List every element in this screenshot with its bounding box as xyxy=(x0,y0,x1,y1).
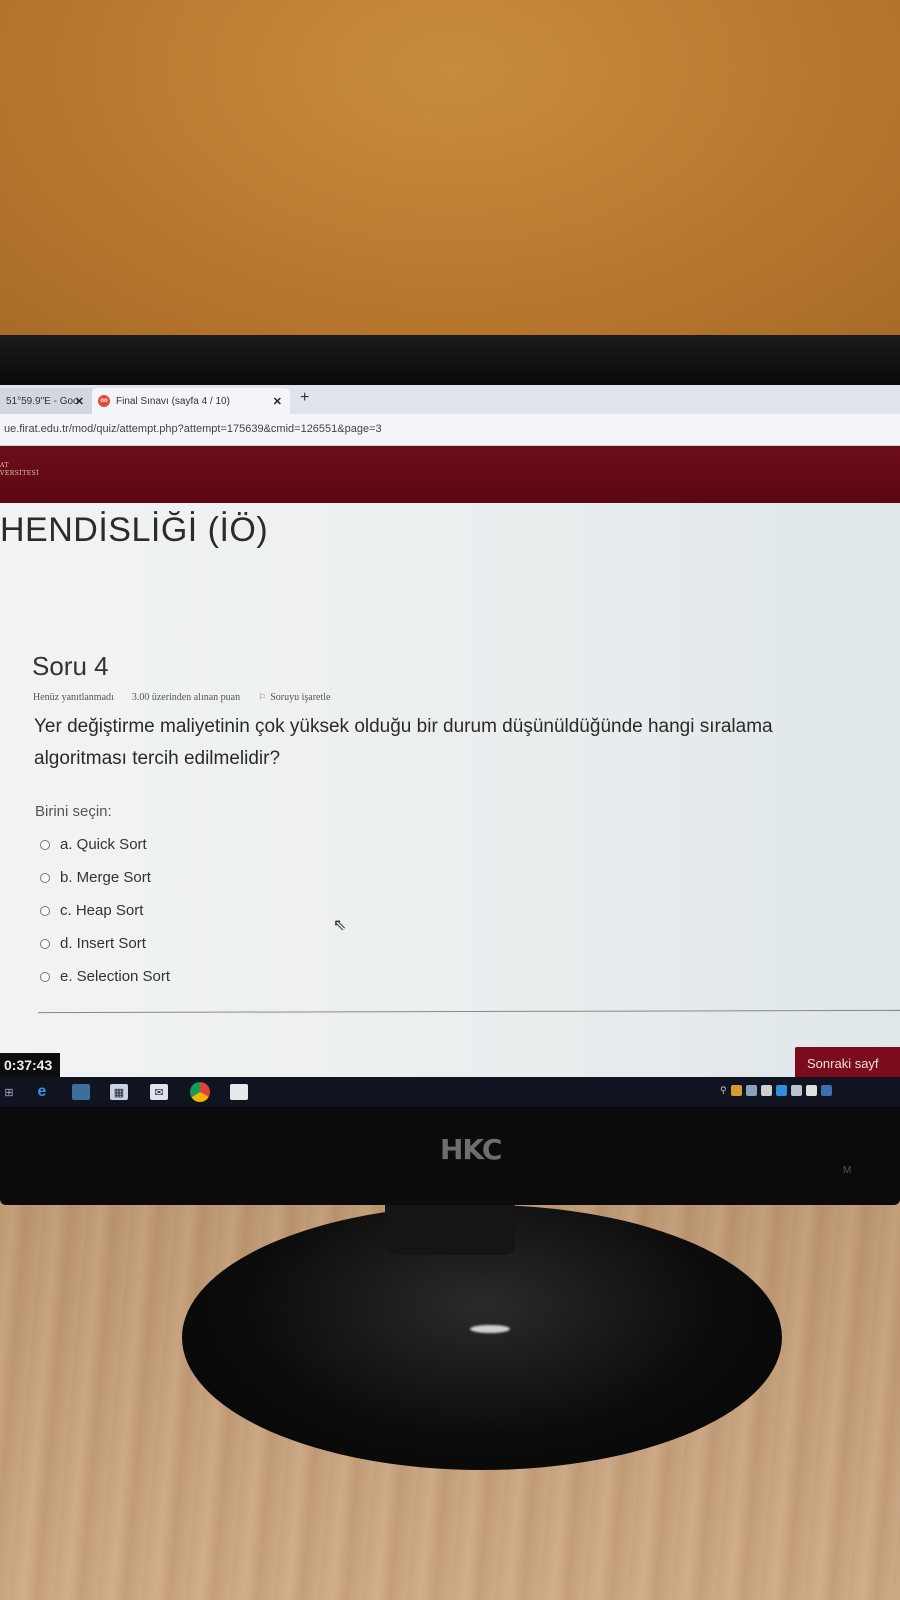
answer-options: a. Quick Sort b. Merge Sort c. Heap Sort… xyxy=(40,828,170,993)
logo-line-1: AT xyxy=(0,462,10,469)
start-icon[interactable]: ⊞ xyxy=(0,1084,18,1100)
question-meta: Henüz yanıtlanmadı 3.00 üzerinden alınan… xyxy=(33,692,330,703)
flag-icon: ⚐ xyxy=(258,692,267,702)
monitor-screen: 51°59.9"E - Goo ✕ oo Final Sınavı (sayfa… xyxy=(0,385,900,1107)
site-favicon-icon: oo xyxy=(98,395,110,407)
close-tab-icon[interactable]: ✕ xyxy=(273,395,282,408)
mouse-cursor-icon: ⇖ xyxy=(333,917,347,934)
windows-taskbar: ⊞ e ▦ ✉ ⚲ xyxy=(0,1077,900,1107)
browser-tab-quiz[interactable]: oo Final Sınavı (sayfa 4 / 10) ✕ xyxy=(92,388,290,414)
tab-label: 51°59.9"E - Goo xyxy=(6,395,79,407)
address-bar[interactable]: ue.firat.edu.tr/mod/quiz/attempt.php?att… xyxy=(0,414,900,446)
store-icon[interactable]: ▦ xyxy=(110,1084,128,1100)
battery-icon[interactable] xyxy=(760,1085,772,1096)
course-title: HENDİSLİĞİ (İÖ) xyxy=(0,511,269,549)
option-a[interactable]: a. Quick Sort xyxy=(40,828,170,861)
divider xyxy=(38,1009,900,1014)
option-label[interactable]: d. Insert Sort xyxy=(60,935,146,952)
flag-label: Soruyu işaretle xyxy=(270,692,331,703)
question-text: Yer değiştirme maliyetinin çok yüksek ol… xyxy=(34,716,773,769)
system-tray: ⚲ xyxy=(720,1085,832,1096)
url-text[interactable]: ue.firat.edu.tr/mod/quiz/attempt.php?att… xyxy=(4,423,382,435)
page-content: HENDİSLİĞİ (İÖ) Soru 4 Henüz yanıtlanmad… xyxy=(0,503,900,1107)
browser-tab-bar: 51°59.9"E - Goo ✕ oo Final Sınavı (sayfa… xyxy=(0,385,900,414)
site-header: AT VERSİTESİ xyxy=(0,446,900,503)
mail-icon[interactable]: ✉ xyxy=(150,1084,168,1100)
radio-button[interactable] xyxy=(40,872,50,883)
question-number: Soru 4 xyxy=(32,651,109,681)
option-label[interactable]: c. Heap Sort xyxy=(60,902,143,919)
option-label[interactable]: b. Merge Sort xyxy=(60,869,151,886)
wifi-icon[interactable] xyxy=(790,1085,802,1096)
volume-icon[interactable] xyxy=(805,1085,817,1096)
new-tab-plus-icon[interactable]: + xyxy=(300,389,309,407)
monitor-bezel-top xyxy=(0,335,900,385)
language-icon[interactable] xyxy=(820,1085,832,1096)
onedrive-icon[interactable] xyxy=(775,1085,787,1096)
stand-reflection xyxy=(470,1325,510,1333)
radio-button[interactable] xyxy=(40,971,50,982)
wall xyxy=(0,0,900,345)
option-label[interactable]: a. Quick Sort xyxy=(60,836,147,853)
answer-prompt: Birini seçin: xyxy=(35,803,112,820)
option-label[interactable]: e. Selection Sort xyxy=(60,968,170,985)
quiz-timer: 0:37:43 xyxy=(0,1053,60,1077)
file-explorer-icon[interactable] xyxy=(72,1084,90,1100)
edge-browser-icon[interactable]: e xyxy=(33,1083,51,1100)
monitor-bezel-label: M xyxy=(843,1165,852,1176)
question-status: Henüz yanıtlanmadı xyxy=(33,692,114,703)
app-icon[interactable] xyxy=(230,1084,248,1100)
logo-line-2: VERSİTESİ xyxy=(0,470,40,477)
tray-app-icon[interactable] xyxy=(730,1085,742,1096)
university-logo[interactable]: AT VERSİTESİ xyxy=(0,462,39,478)
flag-question-link[interactable]: ⚐ Soruyu işaretle xyxy=(258,692,330,703)
chrome-icon[interactable] xyxy=(190,1082,210,1102)
people-icon[interactable]: ⚲ xyxy=(720,1085,727,1096)
close-tab-icon[interactable]: ✕ xyxy=(75,395,84,408)
option-c[interactable]: c. Heap Sort xyxy=(40,894,170,927)
tab-label: Final Sınavı (sayfa 4 / 10) xyxy=(116,395,230,407)
next-page-button[interactable]: Sonraki sayf xyxy=(795,1047,900,1079)
monitor-brand-logo: HKC xyxy=(440,1133,502,1166)
option-b[interactable]: b. Merge Sort xyxy=(40,861,170,894)
radio-button[interactable] xyxy=(40,938,50,949)
option-e[interactable]: e. Selection Sort xyxy=(40,960,170,993)
radio-button[interactable] xyxy=(40,839,50,850)
radio-button[interactable] xyxy=(40,905,50,916)
browser-tab-maps[interactable]: 51°59.9"E - Goo ✕ xyxy=(0,388,92,414)
tray-network-icon[interactable] xyxy=(745,1085,757,1096)
question-points: 3.00 üzerinden alınan puan xyxy=(131,692,241,703)
option-d[interactable]: d. Insert Sort xyxy=(40,927,170,960)
